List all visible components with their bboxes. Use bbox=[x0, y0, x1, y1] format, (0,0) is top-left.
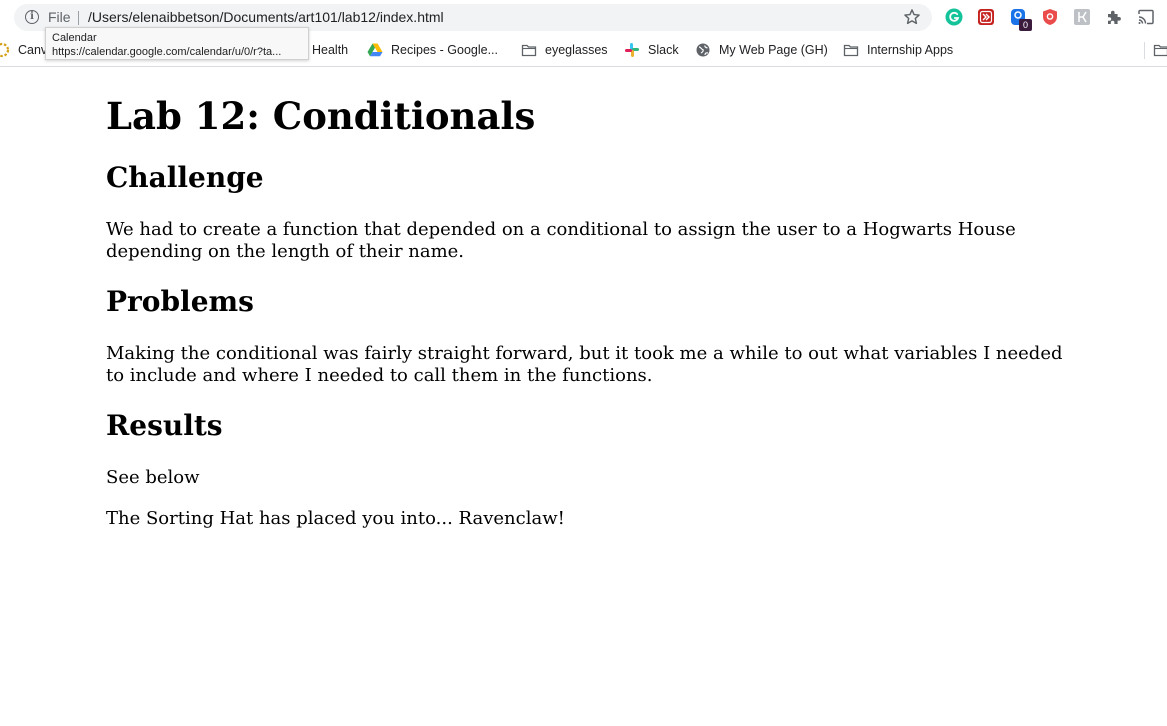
sorting-hat-output: The Sorting Hat has placed you into... R… bbox=[106, 508, 565, 529]
section-heading-problems: Problems bbox=[106, 285, 254, 318]
section-body-challenge: We had to create a function that depende… bbox=[106, 219, 1016, 262]
bookmark-star-icon[interactable] bbox=[902, 7, 922, 27]
bookmark-my-web-page[interactable]: My Web Page (GH) bbox=[695, 41, 828, 59]
bookmark-label: eyeglasses bbox=[545, 43, 608, 57]
address-bar-divider bbox=[78, 11, 79, 25]
folder-icon bbox=[521, 44, 537, 57]
scheme-label: File bbox=[48, 9, 71, 25]
bookmark-label: Health bbox=[312, 43, 349, 57]
bookmark-label: My Web Page (GH) bbox=[719, 43, 828, 57]
bookmark-recipes[interactable]: Recipes - Google... bbox=[367, 41, 498, 59]
info-icon[interactable]: i bbox=[25, 10, 39, 24]
folder-icon bbox=[1153, 44, 1167, 57]
shield-extension-icon[interactable] bbox=[1041, 8, 1059, 26]
folder-icon bbox=[843, 44, 859, 57]
section-body-problems: Making the conditional was fairly straig… bbox=[106, 343, 1063, 386]
extensions-puzzle-icon[interactable] bbox=[1105, 8, 1123, 26]
bookmark-label: Recipes - Google... bbox=[391, 43, 498, 57]
page-title: Lab 12: Conditionals bbox=[106, 94, 536, 138]
bookmarks-divider bbox=[1144, 42, 1145, 59]
bookmark-label: Internship Apps bbox=[867, 43, 954, 57]
cast-icon[interactable] bbox=[1137, 8, 1155, 26]
globe-icon bbox=[696, 43, 710, 57]
canvas-icon bbox=[0, 42, 10, 58]
red-extension-icon[interactable] bbox=[977, 8, 995, 26]
section-heading-challenge: Challenge bbox=[106, 161, 264, 194]
section-body-results: See below bbox=[106, 467, 200, 488]
bookmark-folder-internship-apps[interactable]: Internship Apps bbox=[843, 41, 953, 59]
slack-icon bbox=[625, 43, 639, 57]
section-heading-results: Results bbox=[106, 409, 223, 442]
bookmark-slack[interactable]: Slack bbox=[624, 41, 679, 59]
grey-extension-icon[interactable] bbox=[1073, 8, 1091, 26]
tooltip-url: https://calendar.google.com/calendar/u/0… bbox=[52, 46, 282, 58]
bookmark-health[interactable]: Health bbox=[312, 41, 348, 59]
grammarly-extension-icon[interactable] bbox=[945, 8, 963, 26]
google-drive-icon bbox=[367, 43, 383, 57]
bookmark-tooltip: Calendar https://calendar.google.com/cal… bbox=[45, 27, 309, 60]
tooltip-title: Calendar bbox=[52, 32, 97, 44]
url-text[interactable]: /Users/elenaibbetson/Documents/art101/la… bbox=[88, 9, 444, 25]
bookmark-label: Slack bbox=[648, 43, 679, 57]
bookmark-folder-eyeglasses[interactable]: eyeglasses bbox=[521, 41, 608, 59]
extension-badge: 0 bbox=[1019, 19, 1032, 31]
other-bookmarks-folder[interactable] bbox=[1153, 41, 1167, 59]
